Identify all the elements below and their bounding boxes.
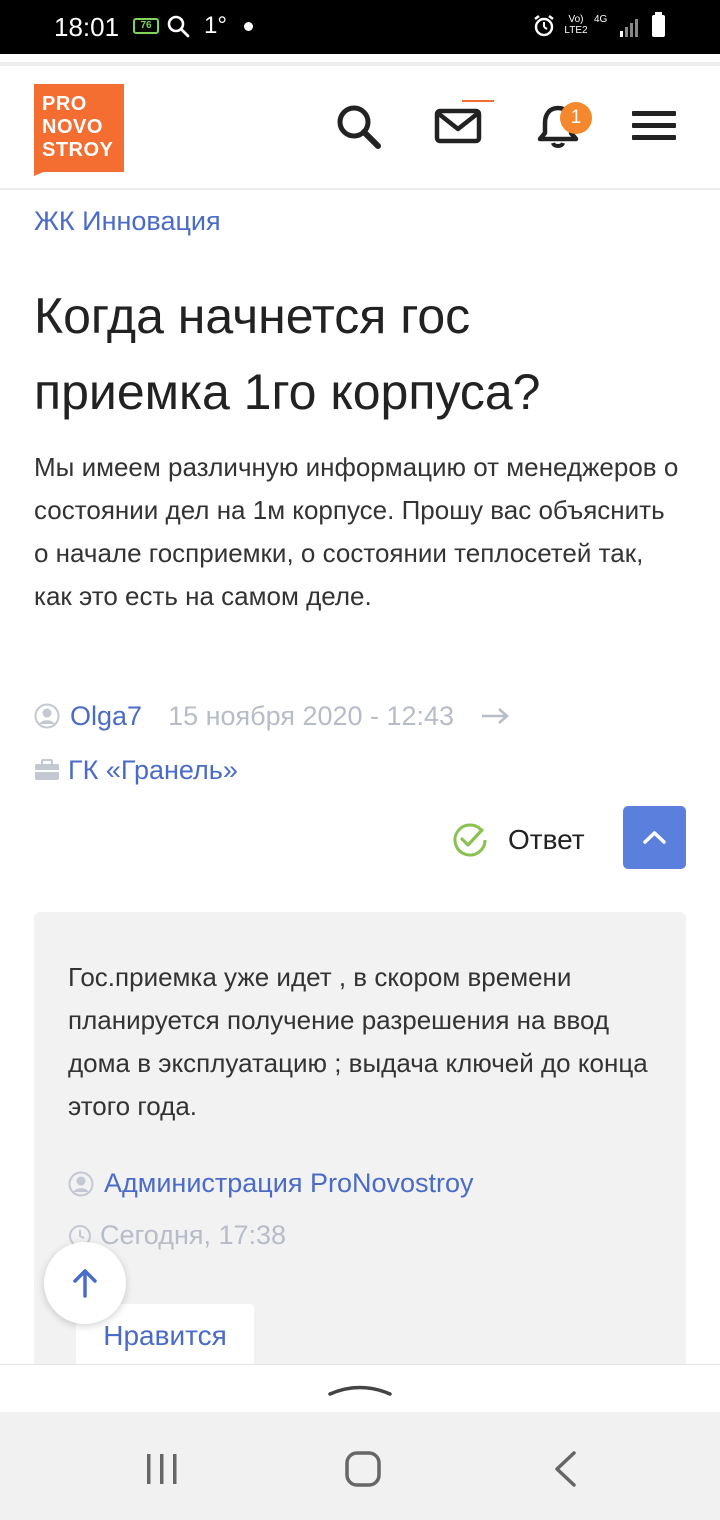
question-date: 15 ноября 2020 - 12:43 — [168, 700, 455, 731]
briefcase-icon — [35, 759, 59, 780]
home-icon[interactable] — [345, 1451, 381, 1487]
bottom-sheet-handle[interactable] — [0, 1364, 720, 1412]
recent-apps-icon[interactable] — [144, 1452, 180, 1486]
scroll-to-top-button[interactable] — [44, 1242, 126, 1324]
question-body: Мы имеем различную информацию от менедже… — [34, 452, 679, 611]
volte-icon: Vo) LTE2 — [564, 14, 588, 36]
answer-text: Гос.приемка уже идет , в скором времени … — [68, 962, 648, 1121]
chevron-up-handle-icon — [328, 1385, 392, 1396]
battery-saver-icon: 76 — [133, 18, 159, 34]
page-title: Когда начнется гос приемка 1го корпуса? — [34, 288, 541, 420]
arrow-right-icon[interactable] — [480, 706, 510, 726]
answer-author-row: Администрация ProNovostroy — [68, 1168, 474, 1199]
answer-status-label: Ответ — [508, 824, 585, 855]
logo-tail — [34, 170, 48, 176]
answer-author-link[interactable]: Администрация ProNovostroy — [104, 1168, 474, 1199]
chevron-up-icon — [643, 831, 666, 844]
status-temperature: 1° — [204, 12, 227, 39]
answer-status: Ответ — [452, 818, 585, 862]
answer-card: Гос.приемка уже идет , в скором времени … — [34, 912, 686, 1372]
notification-dot-icon — [244, 22, 253, 31]
battery-icon — [652, 12, 665, 37]
status-time: 18:01 — [54, 12, 120, 42]
company-row: ГК «Гранель» — [34, 752, 238, 788]
mail-icon[interactable] — [434, 102, 482, 150]
pronovostroy-logo[interactable]: PRO NOVO STROY — [34, 84, 124, 172]
system-navigation-bar — [0, 1412, 720, 1520]
arrow-up-icon — [73, 1269, 97, 1298]
status-bar: 18:01 76 1° Vo) LTE2 4G — [0, 0, 720, 54]
search-icon[interactable] — [334, 102, 382, 150]
signal-icon — [620, 19, 638, 37]
logo-text: PRO NOVO STROY — [42, 93, 114, 161]
breadcrumb-link[interactable]: ЖК Инновация — [34, 206, 221, 237]
question-author-link[interactable]: Olga7 — [70, 701, 142, 732]
question-meta: Olga7 15 ноября 2020 - 12:43 — [34, 698, 510, 734]
user-icon — [34, 703, 60, 729]
back-icon[interactable] — [552, 1450, 578, 1488]
collapse-answer-button[interactable] — [623, 806, 686, 869]
user-icon — [68, 1171, 94, 1196]
answer-date: Сегодня, 17:38 — [100, 1220, 287, 1250]
notification-badge: 1 — [560, 102, 592, 134]
search-notification-icon — [167, 15, 190, 38]
alarm-icon — [534, 15, 554, 37]
check-circle-icon — [453, 823, 487, 857]
hamburger-menu-icon[interactable] — [630, 102, 678, 150]
company-link[interactable]: ГК «Гранель» — [68, 755, 238, 786]
network-type-icon: 4G — [594, 14, 608, 25]
site-header: PRO NOVO STROY 1 — [0, 62, 720, 190]
